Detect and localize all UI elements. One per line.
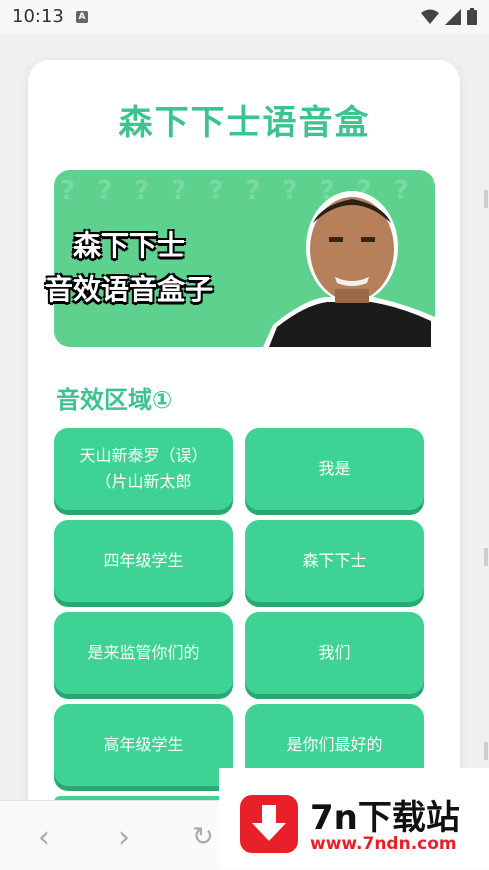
sound-button-label: 我们 — [318, 643, 351, 662]
sound-button-label: 四年级学生 — [103, 551, 184, 570]
edge-handle — [484, 190, 488, 208]
status-icons — [421, 8, 477, 25]
status-bar: 10:13 A — [0, 0, 489, 34]
sound-button[interactable]: 高年级学生 — [54, 704, 233, 786]
sound-button-label: 天山新泰罗（误） （片山新太郎 — [79, 446, 208, 491]
sound-button[interactable]: 天山新泰罗（误） （片山新太郎 — [54, 428, 233, 510]
banner-title-line2: 音效语音盒子 — [44, 273, 213, 306]
sound-button[interactable]: 是来监管你们的 — [54, 612, 233, 694]
sound-button[interactable]: 我是 — [245, 428, 424, 510]
status-time: 10:13 — [12, 6, 64, 27]
sound-button[interactable]: 森下下士 — [245, 520, 424, 602]
battery-icon — [467, 8, 477, 25]
watermark-name: 7n下载站 — [310, 798, 460, 838]
sound-button-label: 我是 — [318, 459, 351, 478]
banner-title-line1: 森下下士 — [72, 229, 185, 262]
app-title: 森下下士语音盒 — [118, 103, 371, 143]
notification-icon: A — [76, 11, 88, 23]
sound-button[interactable]: 我们 — [245, 612, 424, 694]
sound-button-label: 是来监管你们的 — [87, 643, 200, 662]
signal-icon — [445, 8, 461, 25]
download-logo-icon — [240, 795, 298, 853]
reload-icon[interactable]: ↻ — [192, 822, 214, 852]
edge-handle — [484, 548, 488, 566]
back-icon[interactable]: ‹ — [38, 820, 50, 855]
sound-button-label: 高年级学生 — [103, 735, 184, 754]
section-title: 音效区域① — [56, 386, 173, 414]
forward-icon[interactable]: › — [118, 820, 130, 855]
sound-button-label: 森下下士 — [302, 551, 367, 570]
edge-handle — [484, 742, 488, 760]
sound-button[interactable]: 四年级学生 — [54, 520, 233, 602]
wifi-icon — [421, 9, 439, 24]
character-portrait — [263, 191, 435, 347]
watermark-url: www.7ndn.com — [310, 834, 457, 854]
sound-button-label: 是你们最好的 — [286, 735, 383, 754]
